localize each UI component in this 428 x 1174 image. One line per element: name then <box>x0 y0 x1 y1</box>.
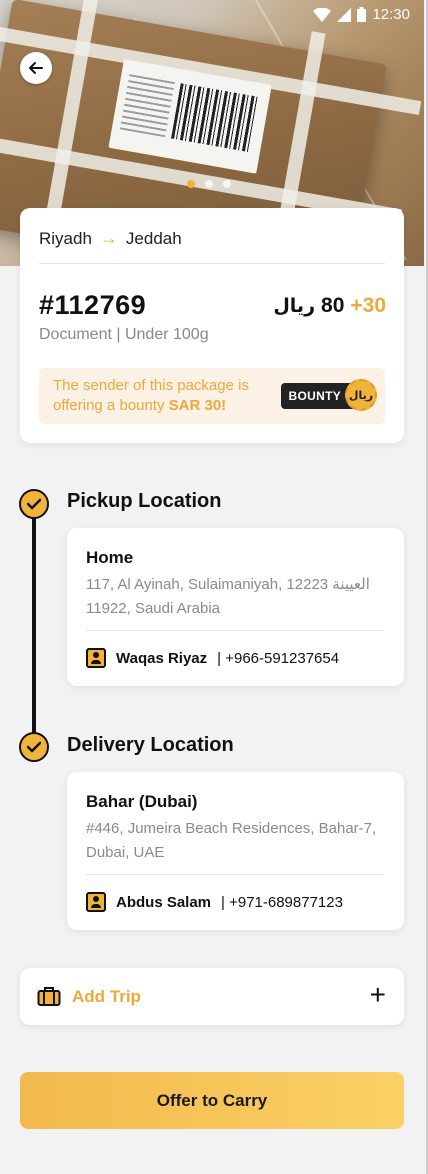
arrow-right-icon: → <box>99 228 118 248</box>
contact-card-icon <box>86 892 106 912</box>
divider <box>86 874 384 875</box>
bounty-message: The sender of this package is offering a… <box>53 377 249 414</box>
currency-symbol: ریال <box>273 296 316 317</box>
signal-icon <box>337 7 352 22</box>
base-price: 80 <box>321 294 345 317</box>
offer-to-carry-button[interactable]: Offer to Carry <box>20 1072 404 1129</box>
pager-dot[interactable] <box>205 180 213 188</box>
add-trip-row[interactable]: Add Trip + <box>20 968 404 1025</box>
screen: 12:30 Riyadh → Jeddah #112769 ریال 80 +3… <box>0 0 428 1174</box>
suitcase-icon <box>37 985 61 1012</box>
bounty-badge: BOUNTY ریال <box>280 379 377 411</box>
add-trip-label: Add Trip <box>72 987 141 1006</box>
pickup-address: 117, Al Ayinah, Sulaimaniyah, 12223 العي… <box>86 576 370 617</box>
barcode-icon <box>171 83 260 153</box>
pickup-contact-phone: | +966-591237654 <box>217 649 340 667</box>
image-pager[interactable] <box>187 180 231 188</box>
destination-city: Jeddah <box>125 228 182 248</box>
package-summary-card: Riyadh → Jeddah #112769 ریال 80 +30 Docu… <box>20 208 404 443</box>
delivery-contact-phone: | +971-689877123 <box>221 893 343 911</box>
status-time: 12:30 <box>372 6 410 23</box>
arrow-left-icon <box>29 62 43 74</box>
bounty-amount: +30 <box>350 294 386 317</box>
divider <box>39 263 385 264</box>
delivery-place-name: Bahar (Dubai) <box>86 792 198 811</box>
delivery-title: Delivery Location <box>67 734 234 756</box>
status-bar: 12:30 <box>313 6 410 23</box>
delivery-contact[interactable]: Abdus Salam | +971-689877123 <box>86 892 343 912</box>
pager-dot[interactable] <box>187 180 195 188</box>
package-details: Document | Under 100g <box>39 326 209 343</box>
price: ریال 80 +30 <box>273 294 386 318</box>
contact-card-icon <box>86 648 106 668</box>
route: Riyadh → Jeddah <box>39 228 182 249</box>
pickup-contact-name: Waqas Riyaz <box>116 649 208 667</box>
battery-icon <box>357 7 367 22</box>
origin-city: Riyadh <box>39 228 92 248</box>
pickup-contact[interactable]: Waqas Riyaz | +966-591237654 <box>86 648 339 668</box>
check-circle-icon <box>19 732 49 762</box>
delivery-contact-name: Abdus Salam <box>116 893 212 911</box>
delivery-address: #446, Jumeira Beach Residences, Bahar-7,… <box>86 820 377 861</box>
bounty-seal-icon: ریال <box>345 379 377 411</box>
pickup-card[interactable]: Home 117, Al Ayinah, Sulaimaniyah, 12223… <box>67 528 404 686</box>
wifi-icon <box>313 7 332 22</box>
timeline-line <box>32 504 36 746</box>
back-button[interactable] <box>20 52 52 84</box>
divider <box>86 630 384 631</box>
delivery-card[interactable]: Bahar (Dubai) #446, Jumeira Beach Reside… <box>67 772 404 930</box>
pager-dot[interactable] <box>223 180 231 188</box>
check-circle-icon <box>19 489 49 519</box>
order-number: #112769 <box>39 290 147 320</box>
pickup-title: Pickup Location <box>67 490 222 512</box>
plus-icon[interactable]: + <box>370 980 386 1010</box>
bounty-banner: The sender of this package is offering a… <box>39 368 385 424</box>
pickup-place-name: Home <box>86 548 134 567</box>
